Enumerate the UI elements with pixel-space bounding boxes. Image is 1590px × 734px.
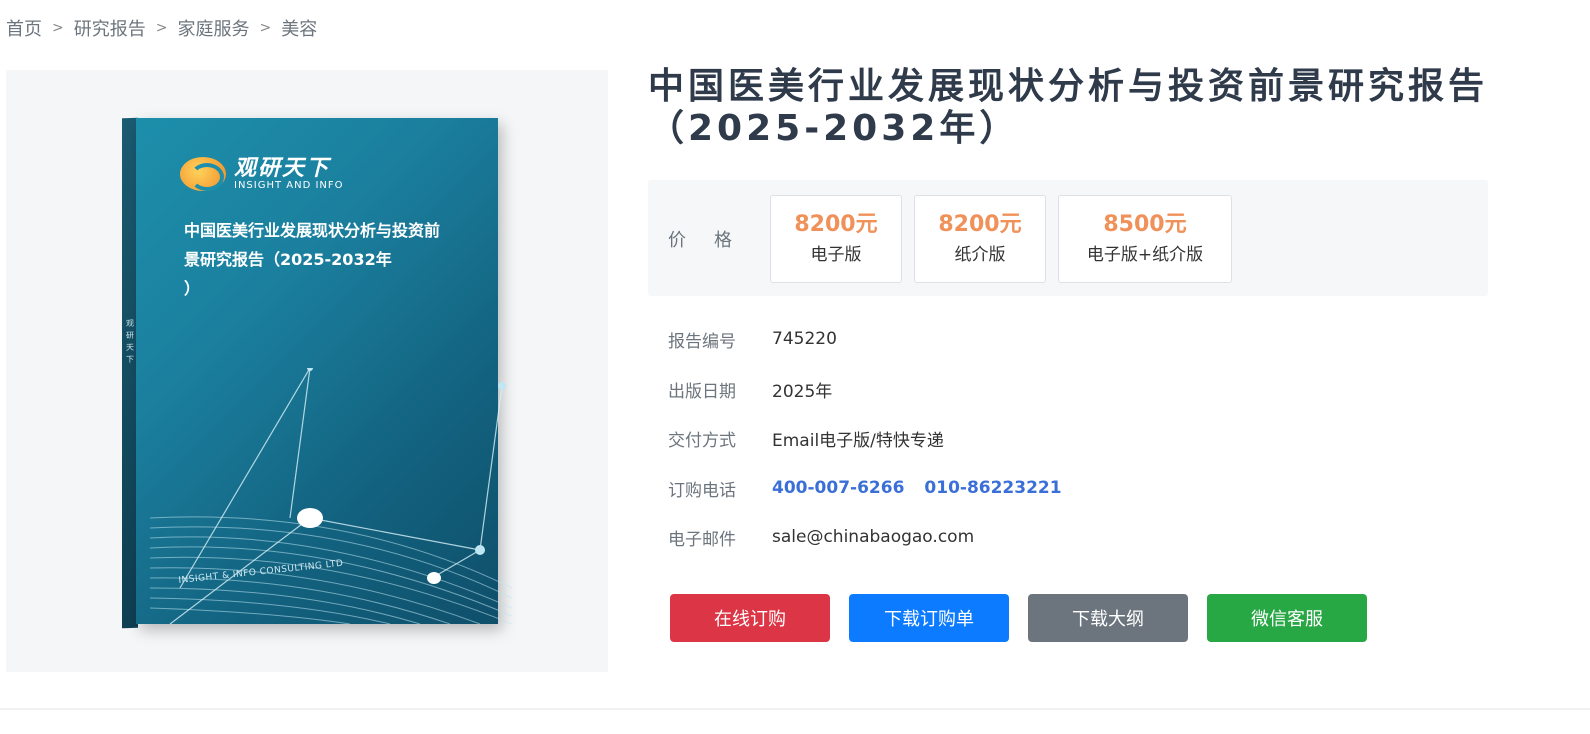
email-row: 电子邮件 sale@chinabaogao.com [668, 524, 974, 550]
delivery-method-value: Email电子版/特快专递 [772, 430, 944, 451]
publish-date-value: 2025年 [772, 381, 833, 402]
report-cover-panel: 观研天下 观研天下 INSIGHT AND INFO 中国医美行业发展现状分析与… [6, 70, 608, 672]
price-option-paper[interactable]: 8200元 纸介版 [914, 195, 1046, 283]
phone-link[interactable]: 010-86223221 [924, 478, 1061, 498]
report-cover-image: 观研天下 观研天下 INSIGHT AND INFO 中国医美行业发展现状分析与… [122, 117, 512, 629]
publish-date-label: 出版日期 [668, 381, 736, 402]
email-value[interactable]: sale@chinabaogao.com [772, 527, 974, 547]
download-outline-button[interactable]: 下载大纲 [1028, 594, 1188, 642]
price-type: 纸介版 [954, 245, 1006, 265]
chevron-right-icon: > [259, 20, 272, 36]
cover-title-line: 景研究报告（2025-2032年 [184, 250, 392, 269]
section-divider [0, 708, 1590, 710]
breadcrumb-home-services-link[interactable]: 家庭服务 [177, 15, 249, 41]
delivery-method-row: 交付方式 Email电子版/特快专递 [668, 425, 944, 451]
chevron-right-icon: > [155, 20, 168, 36]
price-label: 价格 [668, 230, 760, 251]
price-value: 8500元 [1103, 212, 1187, 237]
price-type: 电子版+纸介版 [1086, 245, 1204, 265]
network-lines-graphic [150, 368, 512, 624]
publish-date-row: 出版日期 2025年 [668, 376, 832, 402]
order-phone-label: 订购电话 [668, 480, 736, 501]
price-option-electronic-and-paper[interactable]: 8500元 电子版+纸介版 [1058, 195, 1232, 283]
price-section: 价格 8200元 电子版 8200元 纸介版 8500元 电子版+纸介版 [648, 180, 1488, 296]
price-type: 电子版 [810, 245, 862, 265]
page-title: 中国医美行业发展现状分析与投资前景研究报告（2025-2032年） [648, 66, 1489, 149]
chevron-right-icon: > [52, 20, 64, 36]
logo-english-text: INSIGHT AND INFO [234, 180, 344, 191]
cover-title-line: 中国医美行业发展现状分析与投资前 [184, 221, 441, 240]
report-number-value: 745220 [772, 329, 837, 349]
email-label: 电子邮件 [668, 529, 736, 550]
spine-text: 观研天下 [126, 318, 134, 365]
price-value: 8200元 [794, 212, 878, 237]
breadcrumb-beauty-link[interactable]: 美容 [281, 15, 317, 41]
wechat-service-button[interactable]: 微信客服 [1207, 594, 1367, 642]
logo-chinese-text: 观研天下 [234, 155, 331, 181]
download-order-form-button[interactable]: 下载订购单 [849, 594, 1009, 642]
cover-title: 中国医美行业发展现状分析与投资前 景研究报告（2025-2032年 ） [184, 216, 474, 303]
logo-icon [180, 157, 226, 191]
delivery-method-label: 交付方式 [668, 430, 736, 451]
report-number-label: 报告编号 [668, 331, 736, 352]
breadcrumb-home-link[interactable]: 首页 [6, 15, 42, 41]
report-number-row: 报告编号 745220 [668, 326, 837, 352]
phone-link[interactable]: 400-007-6266 [772, 478, 904, 498]
insight-info-logo: 观研天下 INSIGHT AND INFO [180, 156, 344, 192]
price-option-electronic[interactable]: 8200元 电子版 [770, 195, 902, 283]
breadcrumb-research-reports-link[interactable]: 研究报告 [74, 15, 146, 41]
price-value: 8200元 [938, 212, 1022, 237]
order-phone-row: 订购电话 400-007-6266 010-86223221 [668, 475, 1082, 501]
order-online-button[interactable]: 在线订购 [670, 594, 830, 642]
breadcrumb: 首页 > 研究报告 > 家庭服务 > 美容 [6, 16, 317, 40]
book-front-cover: 观研天下 INSIGHT AND INFO 中国医美行业发展现状分析与投资前 景… [136, 118, 512, 624]
cover-title-line: ） [184, 279, 201, 298]
